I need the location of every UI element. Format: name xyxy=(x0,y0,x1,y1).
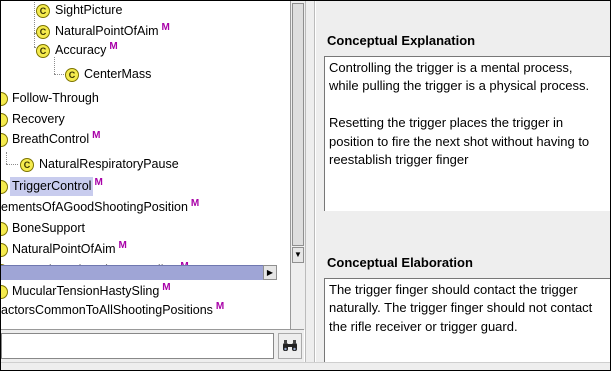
tree-item-label: Accuracy xyxy=(55,43,107,57)
class-tree-panel[interactable]: C SightPicture C NaturalPointOfAim M C A… xyxy=(1,1,292,330)
tree-item-label: MucularTensionHastySling xyxy=(12,284,160,298)
tree-item-label: BreathControl xyxy=(12,132,90,146)
tree-item-label: NaturalPointOfAim xyxy=(12,242,116,256)
tree-connector xyxy=(34,1,35,47)
tree-item-label: ementsOfAGoodShootingPosition xyxy=(1,200,188,214)
modified-badge: M xyxy=(190,198,200,209)
tree-item-label: CenterMass xyxy=(84,67,152,81)
binoculars-icon xyxy=(283,340,297,351)
modified-badge: M xyxy=(94,177,103,188)
class-icon xyxy=(1,221,8,236)
modified-badge: M xyxy=(161,22,170,33)
conceptual-explanation-textarea[interactable]: Controlling the trigger is a mental proc… xyxy=(324,56,610,211)
tree-connector xyxy=(6,152,7,164)
class-icon: C xyxy=(36,43,50,58)
conceptual-explanation-text: Controlling the trigger is a mental proc… xyxy=(325,57,607,169)
tree-item-label: actorsCommonToAllShootingPositions xyxy=(1,303,213,317)
tree-item-elementsofagoodshootingposition[interactable]: ementsOfAGoodShootingPosition M xyxy=(1,198,199,217)
explanation-paragraph: Resetting the trigger places the trigger… xyxy=(329,115,590,168)
tree-connector xyxy=(6,164,18,165)
split-pane-divider[interactable] xyxy=(305,1,315,370)
tree-item-breathcontrol[interactable]: BreathControl M xyxy=(1,130,100,149)
details-panel: Conceptual Explanation Controlling the t… xyxy=(316,1,610,362)
tree-item-label: NaturalRespiratoryPause xyxy=(39,157,179,171)
class-icon xyxy=(1,242,8,257)
scroll-down-arrow-icon[interactable]: ▼ xyxy=(292,247,304,263)
modified-badge: M xyxy=(109,41,118,52)
modified-badge: M xyxy=(92,130,101,141)
class-icon: C xyxy=(20,157,34,172)
class-icon xyxy=(1,112,8,127)
tree-item-label: BoneSupport xyxy=(12,221,85,235)
class-icon xyxy=(1,179,8,194)
vertical-scrollbar[interactable]: ▼ xyxy=(290,1,305,330)
tree-item-recovery[interactable]: Recovery xyxy=(1,110,67,129)
conceptual-elaboration-textarea[interactable]: The trigger finger should contact the tr… xyxy=(324,278,610,362)
tree-item-label: Recovery xyxy=(12,112,65,126)
tree-item-accuracy[interactable]: C Accuracy M xyxy=(36,41,118,60)
modified-badge: M xyxy=(162,282,171,293)
tree-item-sightpicture[interactable]: C SightPicture xyxy=(36,1,124,20)
class-icon xyxy=(1,284,8,299)
class-icon: C xyxy=(36,3,50,18)
conceptual-explanation-title: Conceptual Explanation xyxy=(327,33,476,48)
vertical-scroll-thumb[interactable] xyxy=(292,3,304,246)
tree-item-naturalpointofaim[interactable]: C NaturalPointOfAim M xyxy=(36,22,170,41)
tree-item-label: NaturalPointOfAim xyxy=(55,24,159,38)
search-button[interactable] xyxy=(278,333,302,359)
conceptual-elaboration-text: The trigger finger should contact the tr… xyxy=(325,279,607,336)
tree-item-label: Follow-Through xyxy=(12,91,99,105)
search-bar xyxy=(1,329,304,362)
search-input[interactable] xyxy=(1,333,274,359)
modified-badge: M xyxy=(118,240,127,251)
tree-item-label: SightPicture xyxy=(55,3,123,17)
tree-item-triggercontrol[interactable]: TriggerControl M xyxy=(1,177,103,196)
modified-badge: M xyxy=(215,301,225,312)
elaboration-paragraph: The trigger finger should contact the tr… xyxy=(329,282,593,334)
application-window: C SightPicture C NaturalPointOfAim M C A… xyxy=(0,0,611,371)
conceptual-elaboration-title: Conceptual Elaboration xyxy=(327,255,473,270)
tree-item-naturalrespiratorypause[interactable]: C NaturalRespiratoryPause xyxy=(20,155,181,174)
tree-item-follow-through[interactable]: Follow-Through xyxy=(1,89,101,108)
scroll-right-arrow-icon[interactable]: ▶ xyxy=(263,265,277,280)
tree-item-mucculartensionhastysling[interactable]: MucularTensionHastySling M xyxy=(1,282,171,301)
status-strip xyxy=(1,362,610,370)
class-icon: C xyxy=(36,24,50,39)
tree-item-factorscommontoallshootingpositions[interactable]: actorsCommonToAllShootingPositions M xyxy=(1,301,224,320)
tree-item-naturalpointofaim-2[interactable]: NaturalPointOfAim M xyxy=(1,240,127,259)
tree-item-label: TriggerControl xyxy=(10,177,94,196)
class-icon xyxy=(1,91,8,106)
tree-item-centermass[interactable]: C CenterMass xyxy=(65,65,153,84)
class-icon: C xyxy=(65,67,79,82)
tree-item-bonesupport[interactable]: BoneSupport xyxy=(1,219,87,238)
explanation-paragraph: Controlling the trigger is a mental proc… xyxy=(329,60,590,94)
horizontal-scrollbar[interactable]: ▶ xyxy=(1,265,290,280)
horizontal-scroll-thumb[interactable] xyxy=(1,265,263,280)
class-icon xyxy=(1,132,8,147)
